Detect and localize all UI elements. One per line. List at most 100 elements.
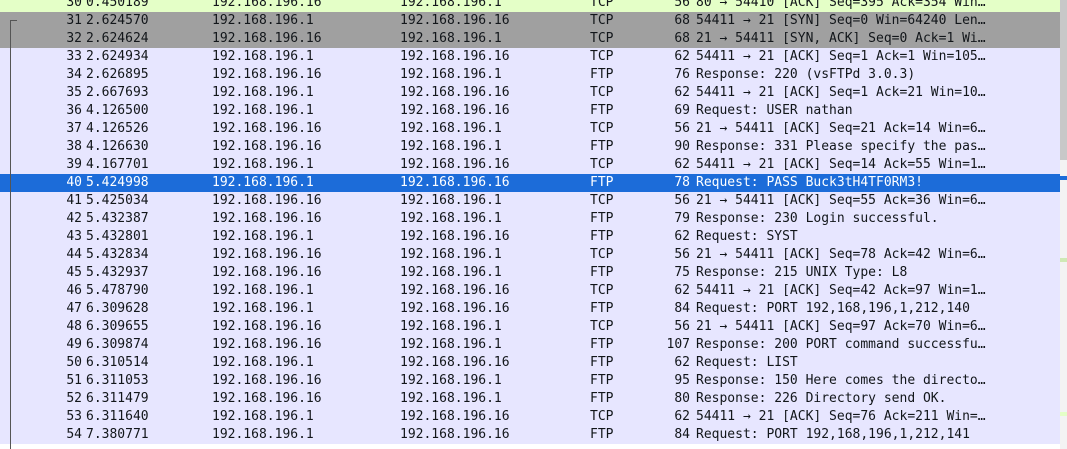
packet-destination: 192.168.196.16 (400, 409, 510, 424)
packet-row[interactable]: 34 2.626895 192.168.196.16 192.168.196.1 FTP… (0, 66, 1060, 84)
packet-time: 6.311479 (86, 391, 149, 406)
packet-row[interactable]: 42 5.432387 192.168.196.16 192.168.196.1 FTP… (0, 210, 1060, 228)
packet-time: 4.126526 (86, 121, 149, 136)
packet-row[interactable]: 47 6.309628 192.168.196.1 192.168.196.16 FTP… (0, 300, 1060, 318)
packet-row[interactable]: 52 6.311479 192.168.196.16 192.168.196.1 FTP… (0, 390, 1060, 408)
packet-row[interactable]: 53 6.311640 192.168.196.1 192.168.196.16 TCP… (0, 408, 1060, 426)
packet-destination: 192.168.196.1 (400, 121, 502, 136)
packet-destination: 192.168.196.16 (400, 301, 510, 316)
packet-row[interactable]: 37 4.126526 192.168.196.16 192.168.196.1 TCP… (0, 120, 1060, 138)
packet-length: 107 (666, 337, 690, 352)
packet-info: Response: 331 Please specify the pas… (696, 139, 986, 154)
scrollbar-thumb[interactable] (1060, 0, 1067, 160)
packet-number: 36 (66, 103, 82, 118)
packet-protocol: FTP (590, 391, 614, 406)
packet-length: 79 (674, 211, 690, 226)
packet-source: 192.168.196.1 (212, 355, 314, 370)
packet-info: 21 → 54411 [ACK] Seq=55 Ack=36 Win=6… (696, 193, 986, 208)
packet-length: 95 (674, 373, 690, 388)
packet-info: Request: SYST (696, 229, 798, 244)
packet-row[interactable]: 41 5.425034 192.168.196.16 192.168.196.1 TCP… (0, 192, 1060, 210)
packet-row[interactable]: 45 5.432937 192.168.196.16 192.168.196.1 FTP… (0, 264, 1060, 282)
packet-list[interactable]: 30 0.450189 192.168.196.16 192.168.196.1 TCP… (0, 0, 1067, 449)
packet-source: 192.168.196.16 (212, 31, 322, 46)
packet-time: 7.380771 (86, 427, 149, 442)
packet-length: 56 (674, 121, 690, 136)
packet-row[interactable]: 36 4.126500 192.168.196.1 192.168.196.16 FTP… (0, 102, 1060, 120)
packet-number: 48 (66, 319, 82, 334)
packet-info: Response: 215 UNIX Type: L8 (696, 265, 908, 280)
packet-source: 192.168.196.16 (212, 373, 322, 388)
packet-time: 5.478790 (86, 283, 149, 298)
scrollbar-marker (1060, 258, 1067, 262)
packet-row[interactable]: 54 7.380771 192.168.196.1 192.168.196.16 FTP… (0, 426, 1060, 444)
packet-info: 54411 → 21 [ACK] Seq=76 Ack=211 Win=… (696, 409, 986, 424)
packet-row[interactable]: 43 5.432801 192.168.196.1 192.168.196.16 FTP… (0, 228, 1060, 246)
packet-info: Response: 230 Login successful. (696, 211, 939, 226)
packet-destination: 192.168.196.1 (400, 67, 502, 82)
packet-destination: 192.168.196.1 (400, 373, 502, 388)
packet-number: 53 (66, 409, 82, 424)
packet-number: 39 (66, 157, 82, 172)
packet-number: 42 (66, 211, 82, 226)
packet-length: 90 (674, 139, 690, 154)
packet-row[interactable]: 50 6.310514 192.168.196.1 192.168.196.16 FTP… (0, 354, 1060, 372)
packet-length: 62 (674, 157, 690, 172)
packet-info: 54411 → 21 [ACK] Seq=42 Ack=97 Win=1… (696, 283, 986, 298)
scrollbar-selection-marker (1060, 176, 1067, 180)
packet-destination: 192.168.196.1 (400, 139, 502, 154)
packet-row[interactable]: 39 4.167701 192.168.196.1 192.168.196.16 TCP… (0, 156, 1060, 174)
packet-protocol: TCP (590, 31, 614, 46)
packet-source: 192.168.196.16 (212, 391, 322, 406)
packet-row[interactable]: 30 0.450189 192.168.196.16 192.168.196.1 TCP… (0, 0, 1060, 12)
packet-protocol: TCP (590, 409, 614, 424)
packet-number: 41 (66, 193, 82, 208)
packet-time: 2.626895 (86, 67, 149, 82)
packet-length: 56 (674, 193, 690, 208)
packet-time: 6.311640 (86, 409, 149, 424)
packet-row[interactable]: 46 5.478790 192.168.196.1 192.168.196.16 TCP… (0, 282, 1060, 300)
packet-info: 21 → 54411 [ACK] Seq=78 Ack=42 Win=6… (696, 247, 986, 262)
packet-destination: 192.168.196.1 (400, 247, 502, 262)
packet-destination: 192.168.196.16 (400, 229, 510, 244)
packet-source: 192.168.196.16 (212, 337, 322, 352)
packet-length: 62 (674, 49, 690, 64)
packet-time: 2.667693 (86, 85, 149, 100)
packet-destination: 192.168.196.16 (400, 283, 510, 298)
packet-info: Response: 150 Here comes the directo… (696, 373, 986, 388)
packet-protocol: FTP (590, 211, 614, 226)
packet-number: 37 (66, 121, 82, 136)
packet-info: Response: 200 PORT command successfu… (696, 337, 986, 352)
packet-number: 38 (66, 139, 82, 154)
packet-time: 5.424998 (86, 175, 149, 190)
packet-protocol: TCP (590, 121, 614, 136)
packet-row[interactable]: 33 2.624934 192.168.196.1 192.168.196.16 TCP… (0, 48, 1060, 66)
packet-number: 40 (66, 175, 82, 190)
packet-row[interactable]: 51 6.311053 192.168.196.16 192.168.196.1 FTP… (0, 372, 1060, 390)
packet-length: 62 (674, 229, 690, 244)
packet-number: 30 (66, 0, 82, 10)
packet-length: 56 (674, 319, 690, 334)
packet-info: Request: PASS Buck3tH4TF0RM3! (696, 175, 923, 190)
packet-time: 5.425034 (86, 193, 149, 208)
packet-row[interactable]: 44 5.432834 192.168.196.16 192.168.196.1 TCP… (0, 246, 1060, 264)
packet-time: 6.309628 (86, 301, 149, 316)
packet-row[interactable]: 49 6.309874 192.168.196.16 192.168.196.1 FTP… (0, 336, 1060, 354)
packet-source: 192.168.196.1 (212, 301, 314, 316)
packet-number: 34 (66, 67, 82, 82)
vertical-scrollbar[interactable] (1060, 0, 1067, 449)
packet-source: 192.168.196.16 (212, 319, 322, 334)
packet-protocol: TCP (590, 85, 614, 100)
packet-source: 192.168.196.1 (212, 427, 314, 442)
packet-row[interactable]: 35 2.667693 192.168.196.1 192.168.196.16 TCP… (0, 84, 1060, 102)
packet-row[interactable]: 48 6.309655 192.168.196.16 192.168.196.1 TCP… (0, 318, 1060, 336)
packet-row[interactable]: 31 2.624570 192.168.196.1 192.168.196.16 TCP… (0, 12, 1060, 30)
packet-length: 68 (674, 13, 690, 28)
packet-length: 68 (674, 31, 690, 46)
packet-row[interactable]: 38 4.126630 192.168.196.16 192.168.196.1 FTP… (0, 138, 1060, 156)
packet-source: 192.168.196.1 (212, 157, 314, 172)
packet-protocol: FTP (590, 427, 614, 442)
packet-row[interactable]: 32 2.624624 192.168.196.16 192.168.196.1 TCP… (0, 30, 1060, 48)
packet-row[interactable]: 40 5.424998 192.168.196.1 192.168.196.16 FTP… (0, 174, 1060, 192)
packet-length: 62 (674, 355, 690, 370)
